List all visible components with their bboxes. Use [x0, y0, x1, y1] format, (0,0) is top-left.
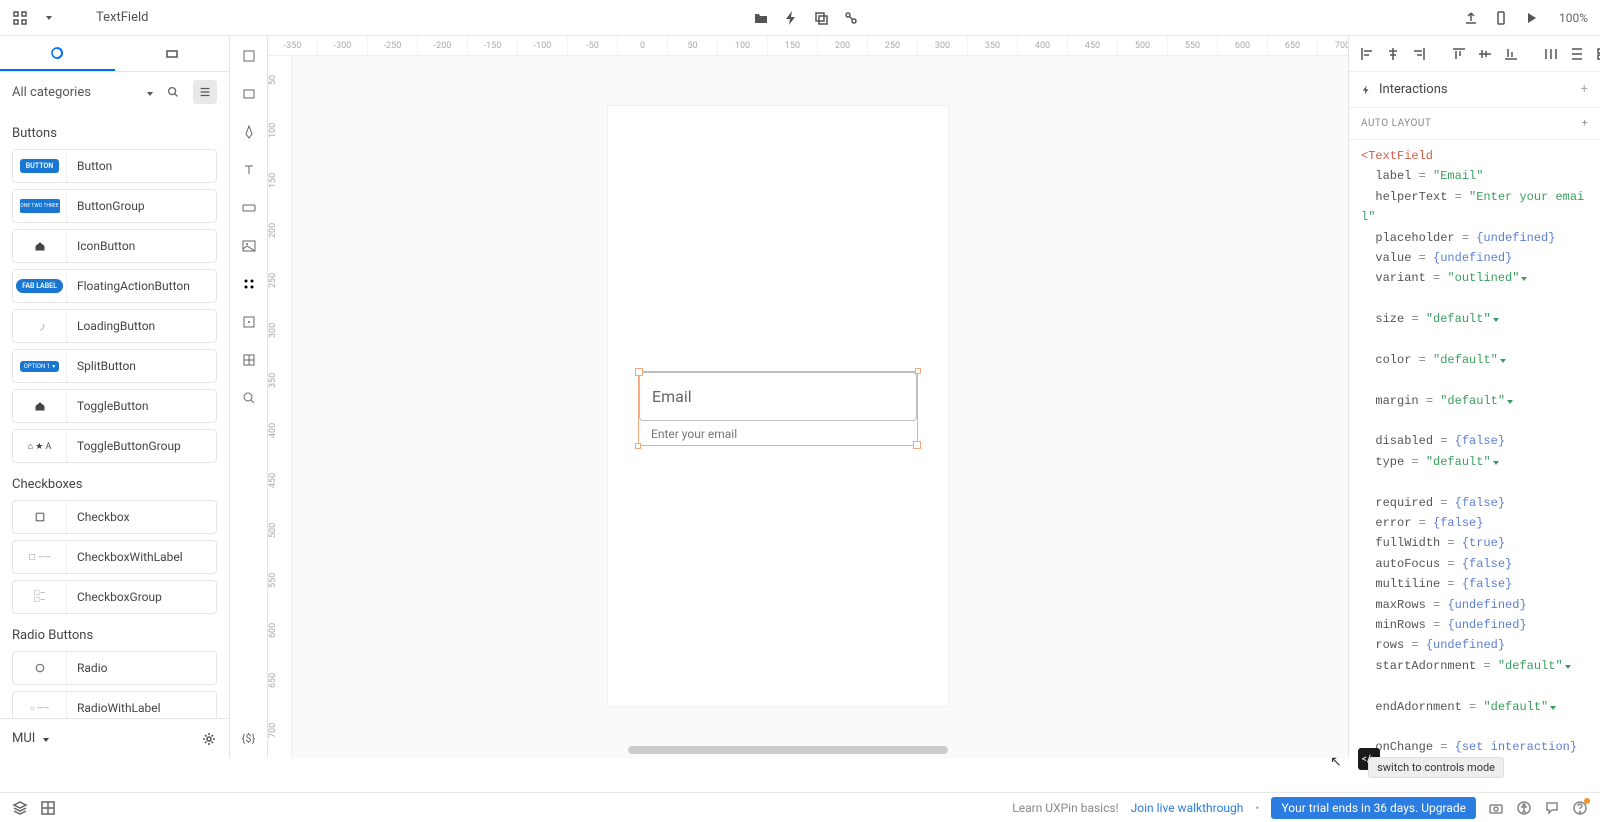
- help-icon[interactable]: [1572, 800, 1588, 816]
- home-icon: [32, 238, 48, 254]
- folder-icon[interactable]: [753, 10, 769, 26]
- tool-component[interactable]: [239, 350, 259, 370]
- tool-frame[interactable]: [239, 46, 259, 66]
- ruler-vertical: 5010015020025030035040045050055060065070…: [268, 56, 292, 758]
- share-icon[interactable]: [1463, 10, 1479, 26]
- tool-rectangle[interactable]: [239, 84, 259, 104]
- learn-text: Learn UXPin basics!: [1012, 801, 1118, 815]
- separator-dot: •: [1255, 801, 1259, 815]
- canvas-scrollbar[interactable]: [628, 746, 948, 754]
- tool-icons[interactable]: [239, 274, 259, 294]
- category-filter-label: All categories: [12, 85, 91, 100]
- bolt-icon[interactable]: [783, 10, 799, 26]
- design-system-icon: [49, 45, 65, 61]
- align-top-icon[interactable]: [1451, 46, 1467, 62]
- canvas[interactable]: -350-300-250-200-150-100-500501001502002…: [268, 36, 1348, 758]
- add-interaction-button[interactable]: +: [1581, 82, 1588, 97]
- distribute-v-icon[interactable]: [1569, 46, 1585, 62]
- layers-icon: [164, 46, 180, 62]
- tool-search[interactable]: [239, 388, 259, 408]
- align-center-h-icon[interactable]: [1385, 46, 1401, 62]
- section-checkboxes: Checkboxes: [12, 477, 217, 492]
- walkthrough-link[interactable]: Join live walkthrough: [1131, 801, 1244, 815]
- component-checkbox[interactable]: Checkbox: [12, 500, 217, 534]
- checkbox-icon: [32, 509, 48, 525]
- tool-pen[interactable]: [239, 122, 259, 142]
- component-radiowithlabel[interactable]: ○ ——RadioWithLabel: [12, 691, 217, 718]
- component-checkboxgroup[interactable]: ☐—☐—CheckboxGroup: [12, 580, 217, 614]
- copy-icon[interactable]: [813, 10, 829, 26]
- align-center-v-icon[interactable]: [1477, 46, 1493, 62]
- interactions-header[interactable]: Interactions +: [1349, 72, 1600, 107]
- auto-layout-header[interactable]: AUTO LAYOUT +: [1349, 108, 1600, 139]
- list-view-icon[interactable]: [193, 80, 217, 104]
- radio-icon: [32, 660, 48, 676]
- play-icon[interactable]: [1523, 10, 1539, 26]
- component-radio[interactable]: Radio: [12, 651, 217, 685]
- main: All categories Buttons BUTTONButton ONE …: [0, 36, 1600, 758]
- component-togglebutton[interactable]: ToggleButton: [12, 389, 217, 423]
- code-props-panel[interactable]: <TextField label = "Email" helperText = …: [1349, 140, 1600, 758]
- right-panel: Interactions + AUTO LAYOUT + <TextField …: [1348, 36, 1600, 758]
- comment-icon[interactable]: [1544, 800, 1560, 816]
- textfield-helper: Enter your email: [639, 421, 917, 445]
- component-buttongroup[interactable]: ONE TWO THREEButtonGroup: [12, 189, 217, 223]
- textfield-label: Email: [639, 372, 917, 421]
- layers-panel-icon[interactable]: [12, 800, 28, 816]
- component-checkboxwithlabel[interactable]: ☐ ——CheckboxWithLabel: [12, 540, 217, 574]
- tool-button[interactable]: [239, 198, 259, 218]
- tool-variables[interactable]: {$}: [239, 728, 259, 748]
- align-bottom-icon[interactable]: [1503, 46, 1519, 62]
- align-right-icon[interactable]: [1411, 46, 1427, 62]
- chevron-down-icon[interactable]: [40, 10, 56, 26]
- tab-layers[interactable]: [115, 36, 230, 71]
- bottom-bar: Learn UXPin basics! Join live walkthroug…: [0, 792, 1600, 822]
- topbar: TextField 100%: [0, 0, 1600, 36]
- component-togglebuttongroup[interactable]: ⌂ ★ AToggleButtonGroup: [12, 429, 217, 463]
- tool-rail: {$}: [230, 36, 268, 758]
- library-select[interactable]: MUI: [12, 731, 49, 746]
- page-title: TextField: [96, 10, 148, 25]
- tool-hotspot[interactable]: [239, 312, 259, 332]
- component-loadingbutton[interactable]: LoadingButton: [12, 309, 217, 343]
- chevron-down-icon: [145, 85, 153, 100]
- add-autolayout-button[interactable]: +: [1582, 118, 1588, 129]
- section-buttons: Buttons: [12, 126, 217, 141]
- section-radios: Radio Buttons: [12, 628, 217, 643]
- component-splitbutton[interactable]: OPTION 1 ▾SplitButton: [12, 349, 217, 383]
- category-filter[interactable]: All categories: [12, 85, 153, 100]
- spinner-icon: [32, 318, 48, 334]
- grid-panel-icon[interactable]: [40, 800, 56, 816]
- apps-icon[interactable]: [12, 10, 28, 26]
- tool-text[interactable]: [239, 160, 259, 180]
- component-button[interactable]: BUTTONButton: [12, 149, 217, 183]
- tab-design-system[interactable]: [0, 36, 115, 71]
- left-sidebar: All categories Buttons BUTTONButton ONE …: [0, 36, 230, 758]
- camera-icon[interactable]: [1488, 800, 1504, 816]
- mobile-icon[interactable]: [1493, 10, 1509, 26]
- align-left-icon[interactable]: [1359, 46, 1375, 62]
- accessibility-icon[interactable]: [1516, 800, 1532, 816]
- zoom-level[interactable]: 100%: [1559, 11, 1588, 25]
- selected-textfield[interactable]: Email Enter your email: [638, 371, 918, 446]
- gear-icon[interactable]: [201, 731, 217, 747]
- upgrade-button[interactable]: Your trial ends in 36 days. Upgrade: [1271, 797, 1476, 819]
- search-icon[interactable]: [161, 80, 185, 104]
- link-icon[interactable]: [843, 10, 859, 26]
- distribute-h-icon[interactable]: [1543, 46, 1559, 62]
- align-tools: [1349, 36, 1600, 72]
- component-list[interactable]: Buttons BUTTONButton ONE TWO THREEButton…: [0, 112, 229, 718]
- chevron-down-icon: [41, 731, 49, 746]
- tool-image[interactable]: [239, 236, 259, 256]
- ruler-horizontal: -350-300-250-200-150-100-500501001502002…: [268, 36, 1348, 56]
- component-fab[interactable]: FAB LABELFloatingActionButton: [12, 269, 217, 303]
- component-iconbutton[interactable]: IconButton: [12, 229, 217, 263]
- tooltip: switch to controls mode: [1368, 757, 1504, 778]
- home-icon: [32, 398, 48, 414]
- tidy-icon[interactable]: [1595, 46, 1600, 62]
